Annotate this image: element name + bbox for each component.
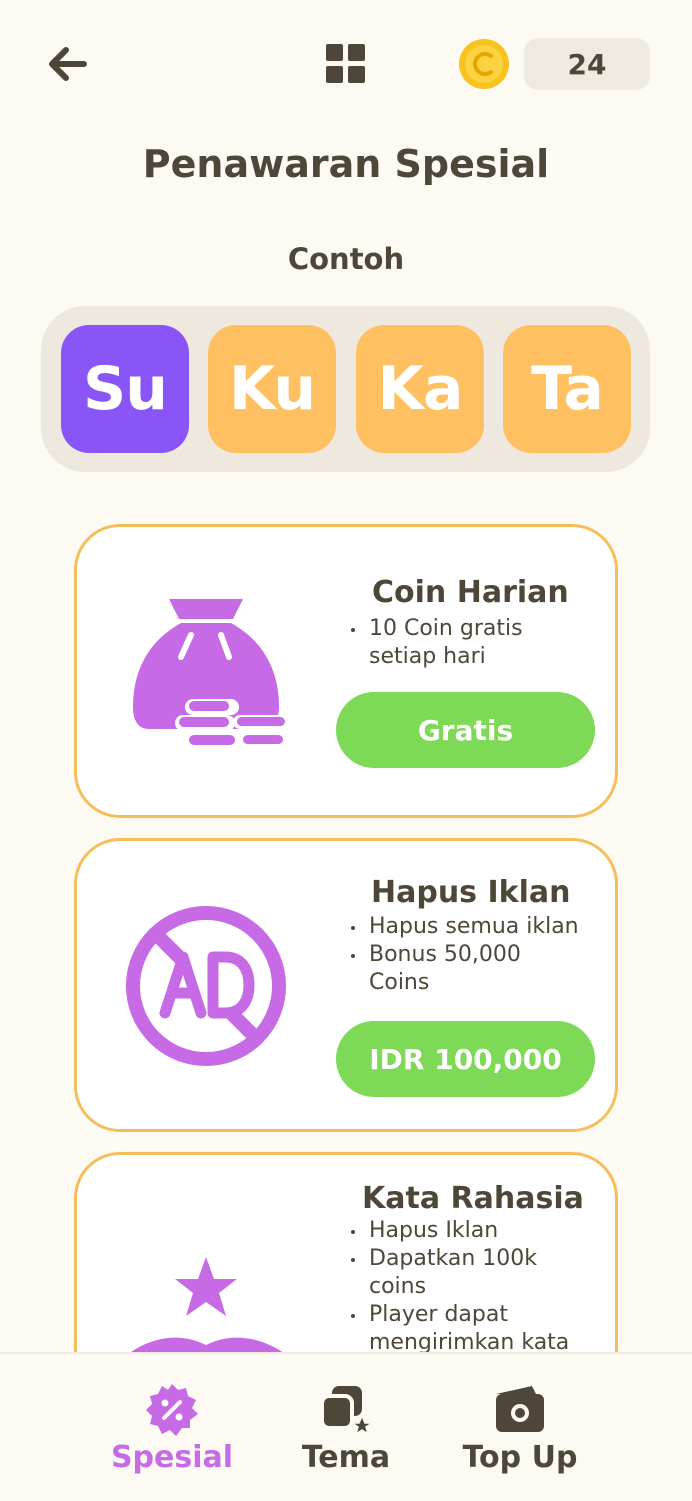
offer-bullet-continuation: setiap hari	[369, 644, 486, 669]
offer-bullet: coins	[347, 1273, 569, 1301]
tab-tema[interactable]: Tema	[256, 1354, 436, 1501]
money-bag-icon	[133, 599, 287, 749]
example-label: Contoh	[287, 242, 405, 276]
claim-free-button[interactable]: Gratis	[336, 692, 595, 768]
tab-top-up[interactable]: Top Up	[430, 1354, 610, 1501]
top-bar: 24	[0, 0, 692, 130]
back-button[interactable]	[44, 42, 92, 86]
grid-menu-button[interactable]	[324, 42, 368, 86]
tab-label: Spesial	[110, 1440, 234, 1475]
example-tiles: Su Ku Ka Ta	[41, 306, 650, 472]
offer-title: Hapus Iklan	[371, 875, 571, 910]
offer-card-daily-coin: Coin Harian 10 Coin gratis setiap hari G…	[74, 524, 618, 818]
offer-bullet: Hapus semua iklan	[347, 913, 579, 941]
offer-card-remove-ads: Hapus Iklan Hapus semua iklan Bonus 50,0…	[74, 838, 618, 1132]
example-tile: Su	[61, 325, 189, 453]
tab-spesial[interactable]: Spesial	[82, 1354, 262, 1501]
arrow-left-icon	[49, 47, 87, 81]
offer-bullets: 10 Coin gratis setiap hari	[347, 615, 523, 671]
coin-balance: 24	[524, 38, 650, 90]
example-tile: Ka	[356, 325, 484, 453]
offer-bullet: setiap hari	[347, 643, 523, 671]
example-tile: Ku	[208, 325, 336, 453]
buy-remove-ads-button[interactable]: IDR 100,000	[336, 1021, 595, 1097]
offer-title: Kata Rahasia	[362, 1181, 584, 1216]
offer-bullet: Coins	[347, 969, 579, 997]
offer-bullet: Hapus Iklan	[347, 1217, 569, 1245]
coin-icon	[458, 38, 510, 90]
bottom-navigation: Spesial Tema Top Up	[0, 1352, 692, 1499]
example-tile: Ta	[503, 325, 631, 453]
tab-label: Tema	[301, 1440, 391, 1475]
discount-badge-icon	[146, 1384, 198, 1436]
page-title: Penawaran Spesial	[142, 142, 550, 186]
offer-bullets: Hapus semua iklan Bonus 50,000 Coins	[347, 913, 579, 997]
offer-title: Coin Harian	[372, 575, 569, 610]
tab-label: Top Up	[462, 1440, 578, 1475]
offer-bullet: Bonus 50,000	[347, 941, 579, 969]
offer-bullet-continuation: Coins	[369, 970, 430, 995]
offer-bullet: Dapatkan 100k	[347, 1245, 569, 1273]
no-ads-icon	[126, 906, 286, 1066]
offer-bullet: 10 Coin gratis	[347, 615, 523, 643]
offer-bullet-continuation: coins	[369, 1274, 427, 1299]
wallet-icon	[496, 1386, 544, 1432]
theme-icon	[320, 1386, 374, 1436]
offer-bullet: Player dapat	[347, 1301, 569, 1329]
grid-icon	[326, 44, 365, 83]
offer-bullets: Hapus Iklan Dapatkan 100k coins Player d…	[347, 1217, 569, 1357]
